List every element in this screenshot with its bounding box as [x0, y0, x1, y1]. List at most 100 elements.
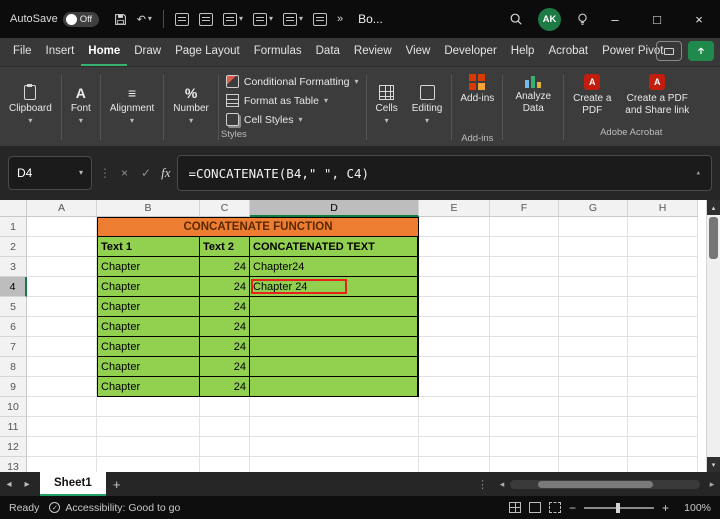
cell-a7[interactable]	[27, 337, 97, 357]
row-header-12[interactable]: 12	[0, 437, 27, 457]
row-header-6[interactable]: 6	[0, 317, 27, 337]
cell[interactable]	[419, 257, 490, 277]
cell-c5[interactable]: 24	[200, 297, 250, 317]
cell[interactable]	[419, 357, 490, 377]
cell[interactable]	[419, 277, 490, 297]
close-button[interactable]: ×	[678, 0, 720, 38]
cell[interactable]	[628, 297, 698, 317]
cell[interactable]	[27, 437, 97, 457]
cell[interactable]	[628, 377, 698, 397]
cell[interactable]	[628, 237, 698, 257]
cell[interactable]	[419, 237, 490, 257]
horizontal-scrollbar-thumb[interactable]	[538, 481, 653, 488]
col-header-d[interactable]: D	[250, 200, 419, 217]
cell[interactable]	[559, 257, 628, 277]
cell-c6[interactable]: 24	[200, 317, 250, 337]
col-header-g[interactable]: G	[559, 200, 628, 217]
row-header-10[interactable]: 10	[0, 397, 27, 417]
cell[interactable]	[419, 377, 490, 397]
tab-page-layout[interactable]: Page Layout	[168, 38, 247, 66]
cell-a4[interactable]	[27, 277, 97, 297]
hscroll-right-icon[interactable]: ▸	[704, 479, 720, 490]
cell-d2[interactable]: CONCATENATED TEXT	[250, 237, 419, 257]
drag-handle-icon[interactable]: ⋮	[99, 166, 111, 180]
cell[interactable]	[628, 437, 698, 457]
analyze-data-button[interactable]: Analyze Data	[505, 69, 561, 114]
cell[interactable]	[250, 417, 419, 437]
cell[interactable]	[27, 457, 97, 472]
horizontal-scrollbar[interactable]	[510, 480, 700, 489]
undo-button[interactable]: ↶ ▾	[132, 4, 157, 34]
splitter-handle-icon[interactable]: ⋮	[477, 478, 488, 491]
scroll-down-icon[interactable]: ▾	[707, 457, 720, 472]
tab-review[interactable]: Review	[347, 38, 399, 66]
cell-a9[interactable]	[27, 377, 97, 397]
autosave-toggle[interactable]: AutoSave Off	[10, 12, 99, 27]
col-header-b[interactable]: B	[97, 200, 200, 217]
cell[interactable]	[490, 437, 559, 457]
cell-d5[interactable]	[250, 297, 419, 317]
cell[interactable]	[490, 297, 559, 317]
accessibility-checker-button[interactable]: ✓ Accessibility: Good to go	[49, 502, 180, 514]
zoom-level[interactable]: 100%	[677, 502, 711, 514]
select-all-corner[interactable]	[0, 200, 27, 217]
cell[interactable]	[559, 377, 628, 397]
cell[interactable]	[628, 417, 698, 437]
cell[interactable]	[200, 437, 250, 457]
cell-b4[interactable]: Chapter	[97, 277, 200, 297]
tab-file[interactable]: File	[6, 38, 39, 66]
cell-b6[interactable]: Chapter	[97, 317, 200, 337]
tab-view[interactable]: View	[399, 38, 438, 66]
vertical-scrollbar[interactable]: ▴ ▾	[706, 200, 720, 472]
cell-a1[interactable]	[27, 217, 97, 237]
tab-formulas[interactable]: Formulas	[247, 38, 309, 66]
cell[interactable]	[200, 457, 250, 472]
cell-a3[interactable]	[27, 257, 97, 277]
cell-c7[interactable]: 24	[200, 337, 250, 357]
cell[interactable]	[97, 397, 200, 417]
cell-d3[interactable]: Chapter24	[250, 257, 419, 277]
cell-d7[interactable]	[250, 337, 419, 357]
formula-input[interactable]: =CONCATENATE(B4," ", C4) ▴	[177, 155, 712, 191]
tab-developer[interactable]: Developer	[437, 38, 503, 66]
zoom-slider[interactable]	[584, 507, 654, 509]
cell-b2[interactable]: Text 1	[97, 237, 200, 257]
cell[interactable]	[559, 337, 628, 357]
cell[interactable]	[27, 397, 97, 417]
save-button[interactable]	[109, 4, 132, 34]
row-header-3[interactable]: 3	[0, 257, 27, 277]
share-button[interactable]	[688, 41, 714, 61]
cell[interactable]	[559, 237, 628, 257]
cell[interactable]	[559, 357, 628, 377]
cell-c9[interactable]: 24	[200, 377, 250, 397]
cell[interactable]	[559, 437, 628, 457]
cell-b1-title[interactable]: CONCATENATE FUNCTION	[97, 217, 419, 237]
cell[interactable]	[490, 217, 559, 237]
cell-b3[interactable]: Chapter	[97, 257, 200, 277]
next-sheet-icon[interactable]: ▸	[18, 479, 36, 490]
insert-function-button[interactable]: fx	[161, 165, 170, 181]
cell[interactable]	[628, 277, 698, 297]
zoom-in-button[interactable]: +	[662, 501, 669, 515]
cell[interactable]	[419, 417, 490, 437]
cell[interactable]	[559, 297, 628, 317]
row-header-8[interactable]: 8	[0, 357, 27, 377]
cell[interactable]	[200, 417, 250, 437]
cell-styles-button[interactable]: Cell Styles ▾	[221, 110, 364, 129]
cell[interactable]	[490, 277, 559, 297]
cell[interactable]	[490, 417, 559, 437]
cancel-entry-button[interactable]: ×	[118, 166, 131, 180]
cell[interactable]	[27, 417, 97, 437]
editing-group-button[interactable]: Editing ▾	[405, 69, 450, 141]
col-header-f[interactable]: F	[490, 200, 559, 217]
cell[interactable]	[419, 217, 490, 237]
col-header-a[interactable]: A	[27, 200, 97, 217]
cell[interactable]	[628, 397, 698, 417]
insert-chart-button[interactable]: ▾	[278, 4, 308, 34]
cell[interactable]	[559, 397, 628, 417]
cell-d6[interactable]	[250, 317, 419, 337]
conditional-formatting-button[interactable]: Conditional Formatting ▾	[221, 72, 364, 91]
clipboard-group-button[interactable]: Clipboard ▾	[2, 69, 59, 141]
cell[interactable]	[628, 337, 698, 357]
cell[interactable]	[419, 437, 490, 457]
